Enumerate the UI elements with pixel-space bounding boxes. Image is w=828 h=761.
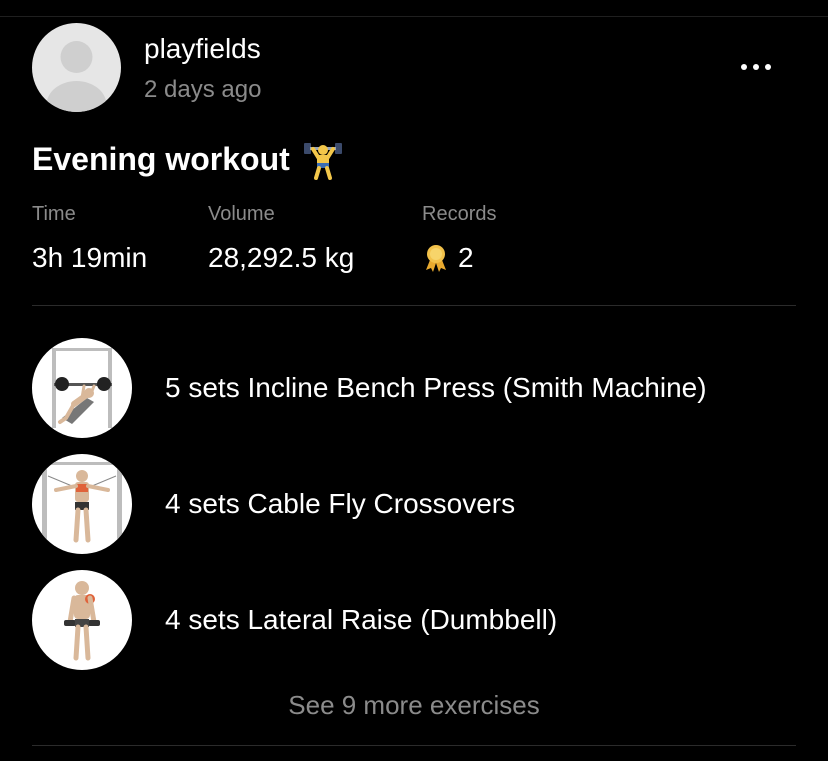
stat-volume: Volume 28,292.5 kg (208, 203, 354, 274)
stat-time-value: 3h 19min (32, 242, 148, 273)
exercise-item-incline-bench-press[interactable]: 5 sets Incline Bench Press (Smith Machin… (32, 338, 796, 438)
stat-volume-label: Volume (208, 203, 275, 225)
stat-records[interactable]: Records 2 (422, 203, 496, 274)
exercise-item-lateral-raise[interactable]: 4 sets Lateral Raise (Dumbbell) (32, 570, 796, 670)
weight-lifter-icon (302, 138, 344, 180)
workout-title-row[interactable]: Evening workout (32, 138, 344, 180)
bottom-divider (32, 745, 796, 746)
more-horizontal-icon (741, 64, 747, 70)
exercise-label: 4 sets Cable Fly Crossovers (165, 488, 516, 519)
top-divider (0, 16, 828, 17)
incline-bench-press-thumbnail (32, 338, 132, 438)
see-more-exercises-link[interactable]: See 9 more exercises (0, 690, 828, 721)
post-timestamp: 2 days ago (144, 76, 262, 103)
user-avatar[interactable] (32, 23, 121, 112)
username[interactable]: playfields (144, 33, 261, 65)
stat-volume-value: 28,292.5 kg (208, 242, 355, 273)
lateral-raise-thumbnail (32, 570, 132, 670)
exercise-label: 5 sets Incline Bench Press (Smith Machin… (165, 372, 707, 403)
cable-fly-thumbnail (32, 454, 132, 554)
stat-records-value: 2 (458, 242, 474, 273)
more-options-button[interactable] (732, 55, 780, 79)
default-avatar-icon (46, 41, 107, 112)
stat-time-label: Time (32, 203, 76, 225)
exercise-label: 4 sets Lateral Raise (Dumbbell) (165, 604, 558, 635)
stat-records-label: Records (422, 203, 497, 225)
exercise-item-cable-fly[interactable]: 4 sets Cable Fly Crossovers (32, 454, 796, 554)
medal-icon (422, 243, 450, 273)
workout-title: Evening workout (32, 140, 290, 177)
stats-divider (32, 305, 796, 306)
stat-time: Time 3h 19min (32, 203, 147, 274)
